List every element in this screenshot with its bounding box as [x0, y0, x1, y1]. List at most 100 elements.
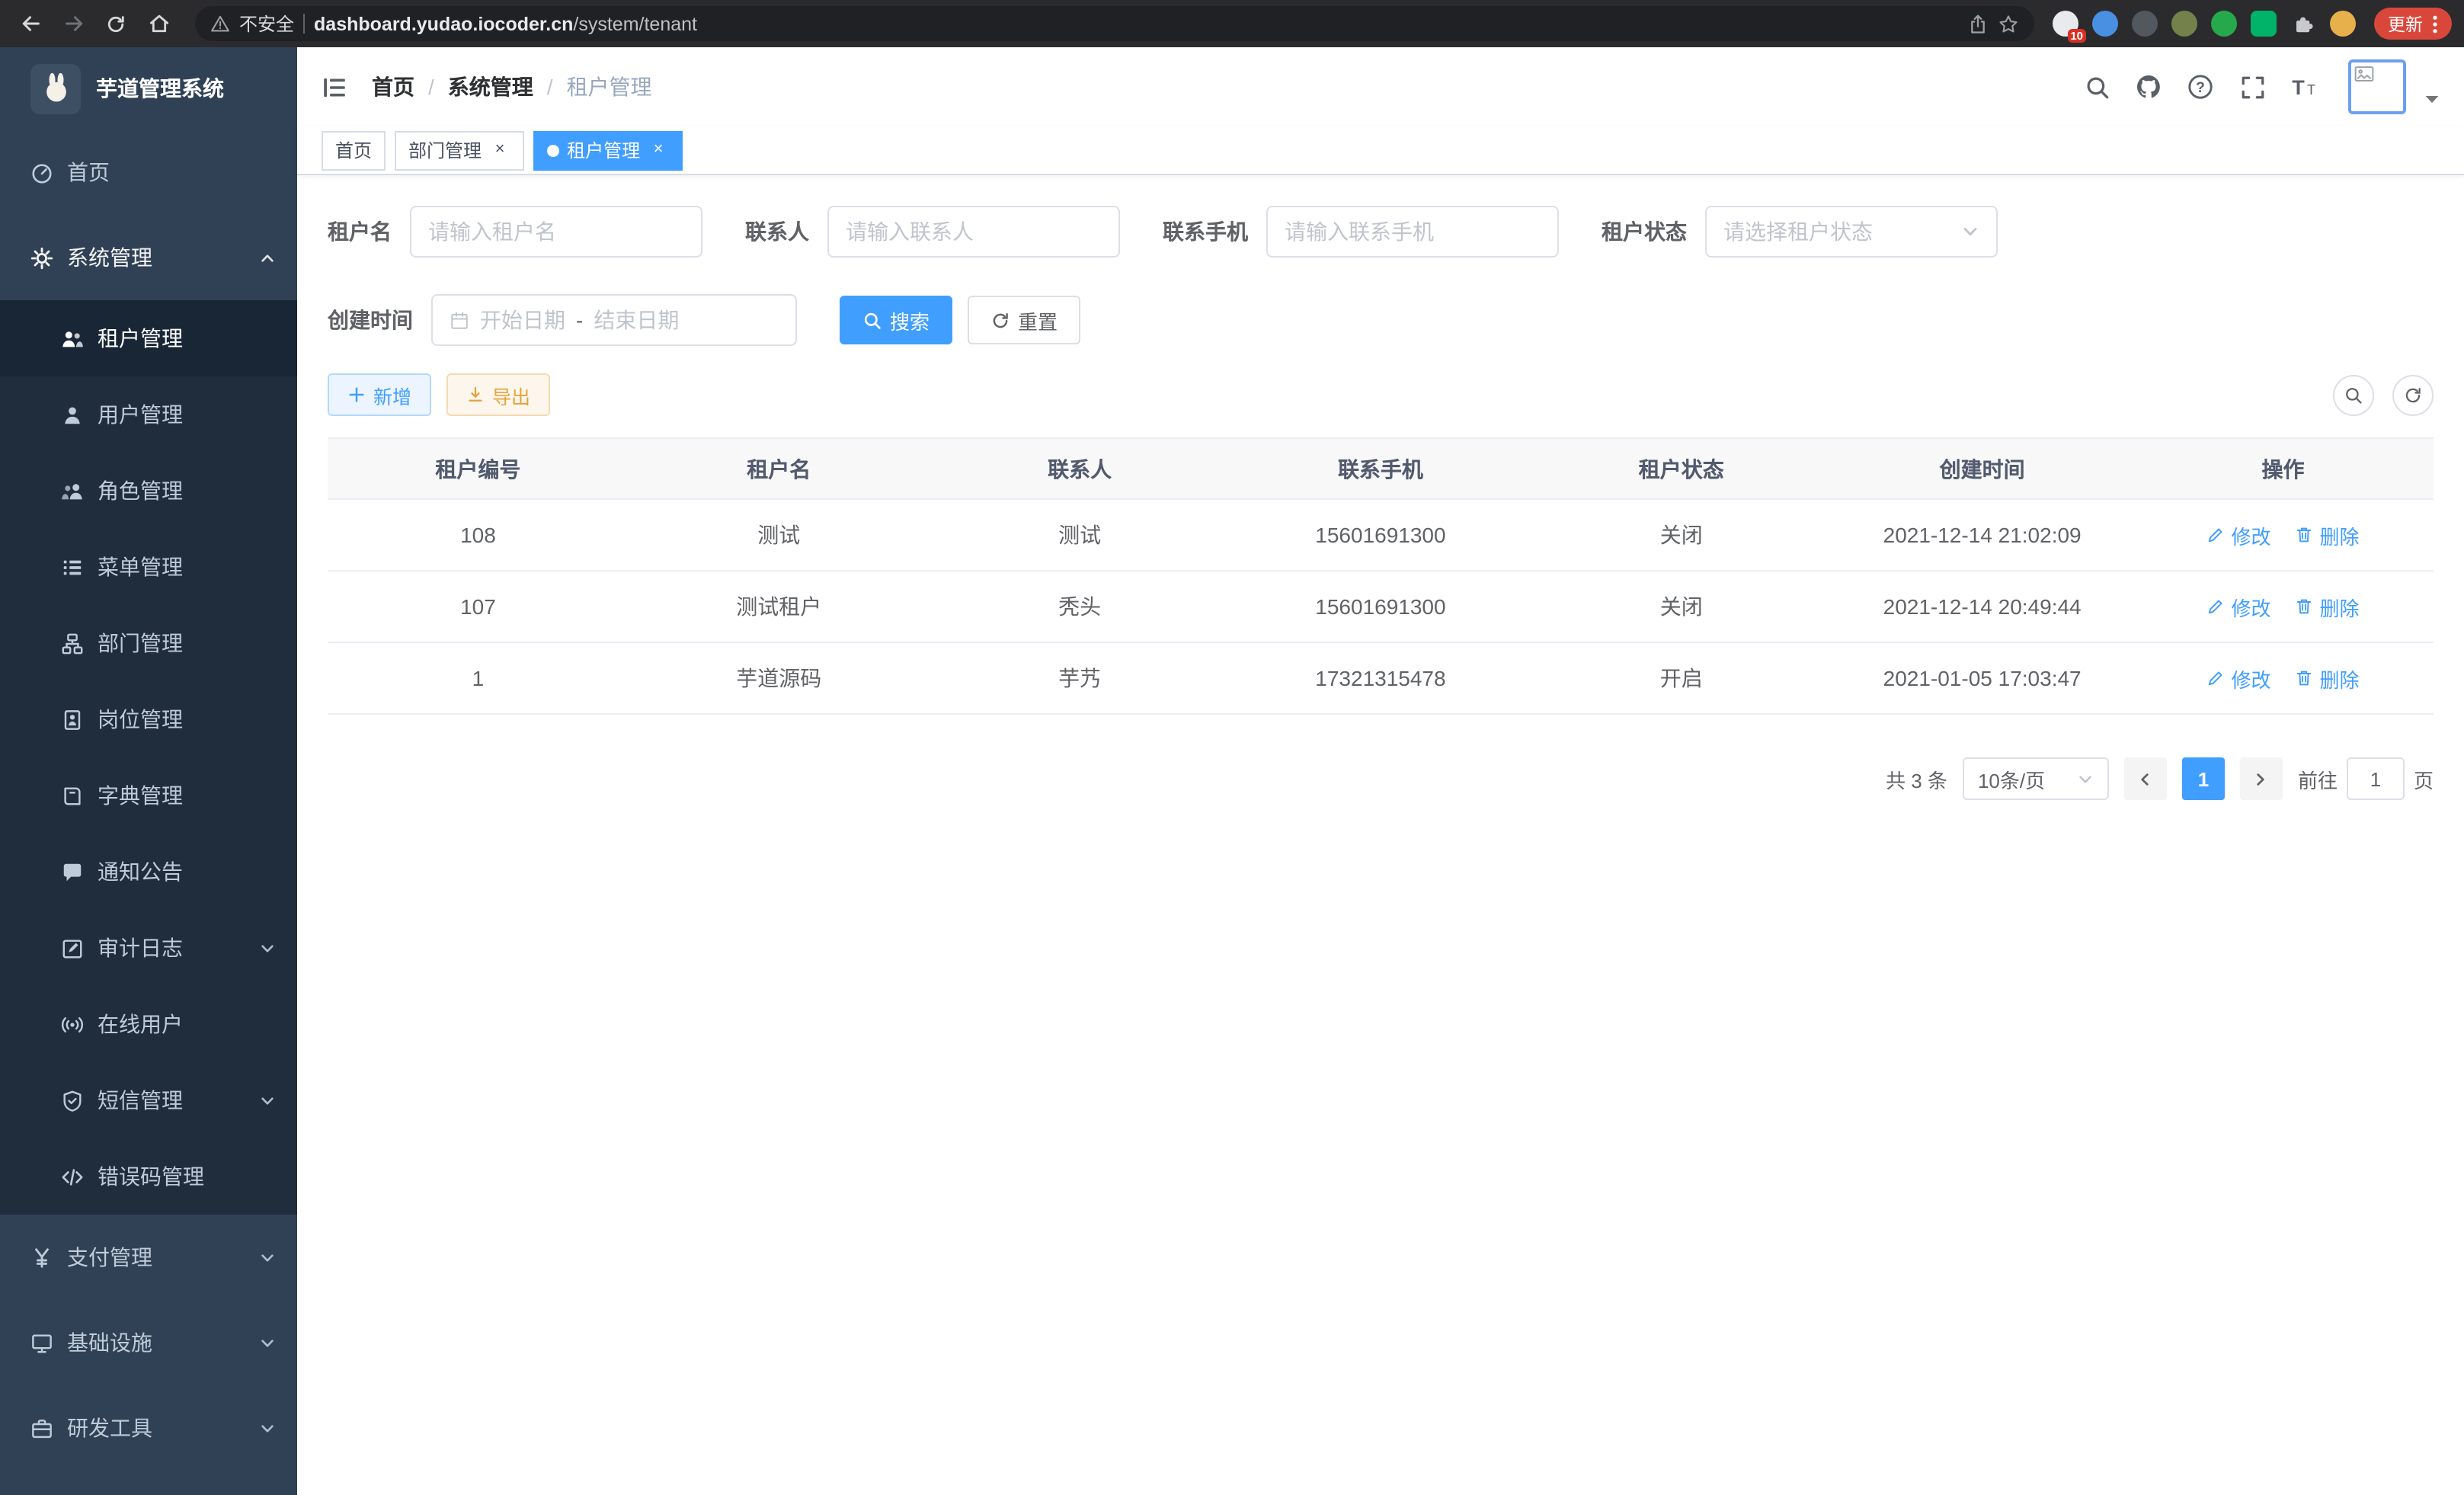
address-bar[interactable]: 不安全 dashboard.yudao.iocoder.cn/system/te… — [195, 6, 2034, 41]
page-size-select[interactable]: 10条/页 — [1963, 757, 2109, 800]
column-header: 操作 — [2133, 438, 2434, 499]
sidebar-item-online-users[interactable]: 在线用户 — [0, 986, 297, 1062]
search-button[interactable]: 搜索 — [840, 296, 952, 344]
tenant-table: 租户编号 租户名 联系人 联系手机 租户状态 创建时间 操作 108 测试 — [328, 437, 2434, 715]
sidebar-item-devtools[interactable]: 研发工具 — [0, 1385, 297, 1471]
sidebar-item-menu[interactable]: 菜单管理 — [0, 529, 297, 605]
extension-icon-6[interactable] — [2251, 11, 2277, 37]
sidebar-item-error-code[interactable]: 错误码管理 — [0, 1138, 297, 1215]
page-number-1[interactable]: 1 — [2182, 757, 2225, 800]
share-icon[interactable] — [1967, 13, 1989, 34]
edit-link[interactable]: 修改 — [2207, 664, 2271, 693]
sidebar-item-infra[interactable]: 基础设施 — [0, 1300, 297, 1385]
tab-home[interactable]: 首页 — [322, 130, 386, 170]
contact-input-field[interactable] — [846, 219, 1102, 244]
column-header: 租户名 — [629, 438, 930, 499]
browser-menu-icon[interactable] — [2432, 13, 2438, 34]
profile-avatar[interactable] — [2330, 11, 2356, 37]
sidebar-item-dept[interactable]: 部门管理 — [0, 605, 297, 681]
status-select-placeholder: 请选择租户状态 — [1723, 216, 1873, 247]
breadcrumb-home[interactable]: 首页 — [372, 72, 414, 102]
calendar-icon — [450, 310, 469, 330]
export-button[interactable]: 导出 — [446, 373, 550, 416]
forward-icon[interactable] — [55, 5, 91, 42]
delete-link[interactable]: 删除 — [2296, 664, 2360, 693]
sidebar-item-payment[interactable]: 支付管理 — [0, 1215, 297, 1300]
phone-input[interactable] — [1266, 206, 1559, 258]
status-select[interactable]: 请选择租户状态 — [1705, 206, 1998, 258]
sidebar-item-role[interactable]: 角色管理 — [0, 453, 297, 529]
home-icon[interactable] — [140, 5, 177, 42]
chevron-down-icon — [259, 1420, 276, 1436]
avatar[interactable] — [2348, 59, 2406, 114]
font-size-icon[interactable]: TT — [2284, 67, 2324, 107]
sidebar-item-system[interactable]: 系统管理 — [0, 215, 297, 300]
sidebar-item-label: 支付管理 — [67, 1242, 152, 1273]
prev-page-button[interactable] — [2124, 757, 2167, 800]
svg-text:T: T — [2307, 82, 2315, 98]
sidebar-item-tenant[interactable]: 租户管理 — [0, 300, 297, 376]
delete-link[interactable]: 删除 — [2296, 592, 2360, 621]
tab-dept[interactable]: 部门管理 × — [395, 130, 524, 170]
sidebar-item-home[interactable]: 首页 — [0, 130, 297, 215]
delete-link[interactable]: 删除 — [2296, 520, 2360, 549]
tags-view: 首页 部门管理 × 租户管理 × — [297, 126, 2464, 175]
extension-icon-4[interactable] — [2171, 11, 2197, 37]
bookmark-star-icon[interactable] — [1998, 13, 2019, 34]
filter-contact: 联系人 — [745, 206, 1120, 258]
omnibox-divider — [303, 14, 305, 34]
filter-status: 租户状态 请选择租户状态 — [1602, 206, 1998, 258]
page-unit-label: 页 — [2414, 764, 2434, 793]
extension-icon-5[interactable] — [2211, 11, 2237, 37]
column-header: 联系手机 — [1230, 438, 1531, 499]
github-icon[interactable] — [2129, 67, 2168, 107]
sidebar-item-audit-log[interactable]: 审计日志 — [0, 910, 297, 986]
toggle-search-icon-button[interactable] — [2333, 374, 2374, 415]
tab-close-icon[interactable]: × — [489, 139, 510, 161]
app: 芋道管理系统 首页 系统管理 租户管理 用户管理 角色管理 — [0, 47, 2464, 1495]
extension-icon-1[interactable]: 10 — [2053, 11, 2078, 37]
fullscreen-icon[interactable] — [2232, 67, 2272, 107]
sidebar-fold-icon[interactable] — [322, 74, 347, 100]
breadcrumb-system[interactable]: 系统管理 — [448, 72, 533, 102]
date-separator: - — [576, 308, 583, 332]
extensions-puzzle-icon[interactable] — [2290, 11, 2316, 37]
edit-link[interactable]: 修改 — [2207, 520, 2271, 549]
extensions-bar: 10 — [2053, 11, 2356, 37]
sidebar-item-notice[interactable]: 通知公告 — [0, 834, 297, 910]
search-icon[interactable] — [2077, 67, 2117, 107]
extension-icon-2[interactable] — [2092, 11, 2118, 37]
update-button[interactable]: 更新 — [2374, 8, 2452, 40]
sidebar-item-post[interactable]: 岗位管理 — [0, 681, 297, 757]
role-icon — [61, 479, 84, 502]
refresh-icon-button[interactable] — [2392, 374, 2434, 415]
add-button[interactable]: 新增 — [328, 373, 431, 416]
date-range-picker[interactable]: 开始日期 - 结束日期 — [431, 294, 797, 346]
phone-input-field[interactable] — [1285, 219, 1541, 244]
caret-down-icon[interactable] — [2424, 85, 2440, 110]
reset-button[interactable]: 重置 — [968, 296, 1080, 344]
contact-input[interactable] — [827, 206, 1120, 258]
column-header: 租户编号 — [328, 438, 629, 499]
sidebar-item-label: 租户管理 — [98, 323, 183, 354]
export-button-label: 导出 — [492, 380, 530, 409]
extension-icon-3[interactable] — [2132, 11, 2158, 37]
reload-icon[interactable] — [98, 5, 134, 42]
filter-row-1: 租户名 联系人 联系手机 — [328, 206, 2434, 258]
url-text[interactable]: dashboard.yudao.iocoder.cn/system/tenant — [314, 13, 697, 34]
tenant-name-input[interactable] — [410, 206, 702, 258]
back-icon[interactable] — [12, 5, 49, 42]
sidebar-item-user[interactable]: 用户管理 — [0, 376, 297, 453]
sidebar-item-dict[interactable]: 字典管理 — [0, 757, 297, 834]
tenant-name-input-field[interactable] — [428, 219, 684, 244]
tab-close-icon[interactable]: × — [648, 139, 669, 161]
tab-tenant[interactable]: 租户管理 × — [533, 130, 683, 170]
logo[interactable]: 芋道管理系统 — [0, 47, 297, 130]
next-page-button[interactable] — [2240, 757, 2283, 800]
security-label[interactable]: 不安全 — [239, 11, 294, 37]
help-icon[interactable]: ? — [2181, 67, 2220, 107]
column-header: 租户状态 — [1531, 438, 1832, 499]
sidebar-item-sms[interactable]: 短信管理 — [0, 1062, 297, 1138]
goto-page-input[interactable] — [2347, 757, 2405, 800]
edit-link[interactable]: 修改 — [2207, 592, 2271, 621]
